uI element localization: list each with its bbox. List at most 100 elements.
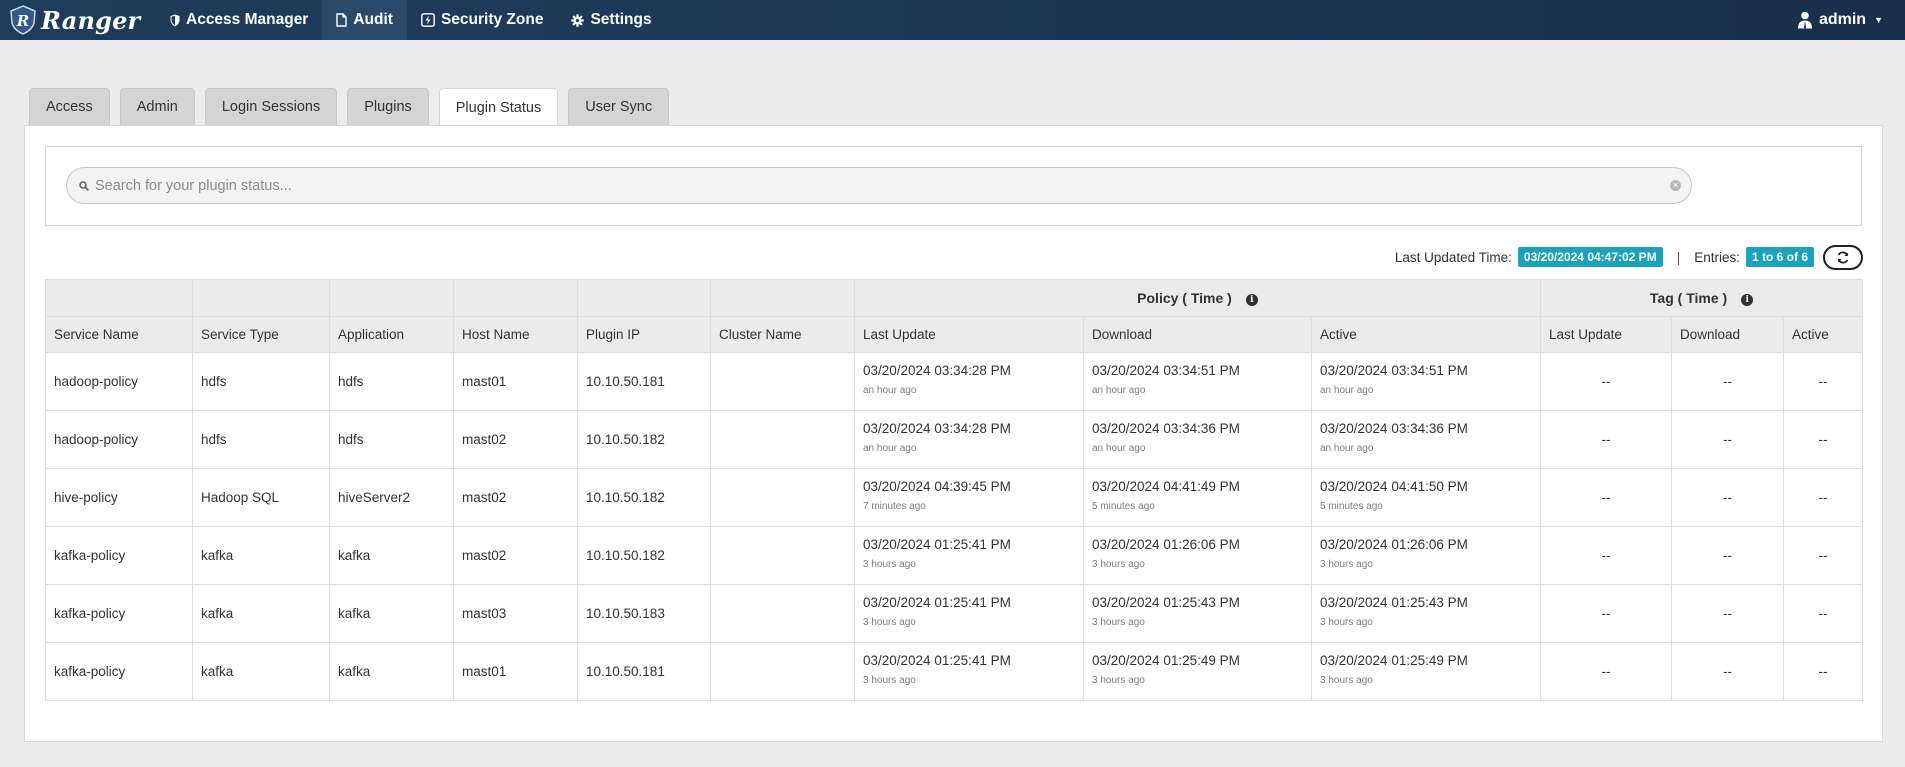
cell-plugin-ip: 10.10.50.182 [577,410,711,469]
info-icon[interactable]: i [1245,294,1258,306]
svg-text:R: R [16,12,29,30]
bolt-box-icon [421,13,435,27]
col-service-name: Service Name [45,316,193,353]
shield-icon [170,14,180,27]
search-bar[interactable]: ✕ [66,167,1692,204]
nav-settings-label: Settings [590,11,652,28]
cell-tag-last-update: -- [1540,642,1673,701]
audit-tabs: Access Admin Login Sessions Plugins Plug… [29,88,679,126]
nav-settings[interactable]: Settings [557,0,665,40]
cell-service-type: Hadoop SQL [192,468,330,527]
entries-badge: 1 to 6 of 6 [1745,247,1814,267]
cell-service-name: kafka-policy [45,642,193,701]
cell-cluster-name [710,526,855,585]
cell-policy-download: 03/20/2024 04:41:49 PM 5 minutes ago [1083,468,1312,527]
col-policy-last-update: Last Update [854,316,1084,353]
col-tag-last-update: Last Update [1540,316,1673,353]
status-info-row: Last Updated Time: 03/20/2024 04:47:02 P… [1395,244,1863,270]
relative-time: 7 minutes ago [863,501,926,512]
info-icon[interactable]: i [1741,294,1754,306]
nav-security-zone[interactable]: Security Zone [407,0,558,40]
relative-time: an hour ago [1092,385,1146,396]
cell-tag-last-update: -- [1540,526,1673,585]
relative-time: an hour ago [1092,443,1146,454]
col-service-type: Service Type [192,316,330,353]
relative-time: 3 hours ago [1320,559,1373,570]
cell-cluster-name [710,352,855,411]
user-icon [1797,11,1813,29]
cell-application: hdfs [329,410,454,469]
tab-plugin-status[interactable]: Plugin Status [438,88,559,126]
cell-policy-download: 03/20/2024 01:26:06 PM 3 hours ago [1083,526,1312,585]
col-policy-active: Active [1310,316,1542,353]
cell-tag-active: -- [1783,584,1864,643]
cell-service-name: hadoop-policy [45,410,193,469]
relative-time: an hour ago [1320,385,1374,396]
cell-application: kafka [329,584,454,643]
group-header-empty [453,279,578,317]
cell-host-name: mast03 [453,584,578,643]
cell-host-name: mast01 [453,352,578,411]
cell-tag-download: -- [1671,352,1785,411]
cell-service-type: kafka [192,642,330,701]
time-value: 03/20/2024 03:34:51 PM [1092,363,1240,378]
relative-time: 5 minutes ago [1320,501,1383,512]
table-row: hadoop-policy hdfs hdfs mast02 10.10.50.… [45,410,1864,469]
cell-policy-last-update: 03/20/2024 01:25:41 PM 3 hours ago [854,526,1084,585]
cell-host-name: mast02 [453,468,578,527]
cell-tag-active: -- [1783,526,1864,585]
cell-cluster-name [710,642,855,701]
cell-tag-active: -- [1783,642,1864,701]
nav-audit[interactable]: Audit [322,0,407,40]
table-row: kafka-policy kafka kafka mast02 10.10.50… [45,526,1864,585]
tab-login-sessions[interactable]: Login Sessions [204,88,338,125]
col-application: Application [329,316,454,353]
col-tag-active: Active [1783,316,1864,353]
top-navbar: R Ranger Access Manager Audit Security Z… [0,0,1905,40]
policy-time-label: Policy ( Time ) [1137,290,1232,306]
time-value: 03/20/2024 04:41:49 PM [1092,479,1240,494]
plugin-status-table: Policy ( Time ) i Tag ( Time ) i Service N… [45,279,1864,701]
cell-tag-download: -- [1671,584,1785,643]
time-value: 03/20/2024 01:25:43 PM [1092,595,1240,610]
time-value: 03/20/2024 03:34:28 PM [863,421,1011,436]
cell-host-name: mast02 [453,410,578,469]
cell-tag-download: -- [1671,410,1785,469]
time-value: 03/20/2024 01:25:49 PM [1092,653,1240,668]
cell-policy-active: 03/20/2024 03:34:51 PM an hour ago [1310,352,1542,411]
tab-access[interactable]: Access [29,88,110,125]
relative-time: 3 hours ago [863,617,916,628]
group-header-empty [329,279,454,317]
tab-user-sync[interactable]: User Sync [568,88,670,125]
cell-policy-active: 03/20/2024 04:41:50 PM 5 minutes ago [1310,468,1542,527]
relative-time: 5 minutes ago [1092,501,1155,512]
time-value: 03/20/2024 03:34:51 PM [1320,363,1468,378]
refresh-button[interactable] [1823,244,1863,270]
cell-tag-download: -- [1671,468,1785,527]
col-host-name: Host Name [453,316,578,353]
last-updated-label: Last Updated Time: [1394,249,1512,265]
time-value: 03/20/2024 04:41:50 PM [1320,479,1468,494]
cell-tag-download: -- [1671,526,1785,585]
brand[interactable]: R Ranger [0,0,156,40]
time-value: 03/20/2024 01:25:41 PM [863,537,1011,552]
tab-plugins[interactable]: Plugins [347,88,429,125]
relative-time: 3 hours ago [863,675,916,686]
cell-tag-last-update: -- [1540,410,1673,469]
time-value: 03/20/2024 03:34:36 PM [1092,421,1240,436]
cell-policy-download: 03/20/2024 01:25:43 PM 3 hours ago [1083,584,1312,643]
cell-policy-last-update: 03/20/2024 03:34:28 PM an hour ago [854,352,1084,411]
info-separator: | [1676,249,1681,265]
tab-admin[interactable]: Admin [119,88,195,125]
cell-service-name: kafka-policy [45,526,193,585]
relative-time: 3 hours ago [863,559,916,570]
relative-time: an hour ago [1320,443,1374,454]
nav-access-manager[interactable]: Access Manager [156,0,322,40]
search-input[interactable] [95,170,1670,201]
clear-search-icon[interactable]: ✕ [1670,180,1681,191]
user-name: admin [1818,11,1867,28]
table-row: kafka-policy kafka kafka mast03 10.10.50… [45,584,1864,643]
cell-plugin-ip: 10.10.50.181 [577,352,711,411]
cell-tag-last-update: -- [1540,352,1673,411]
user-menu[interactable]: admin ▼ [1797,11,1905,29]
